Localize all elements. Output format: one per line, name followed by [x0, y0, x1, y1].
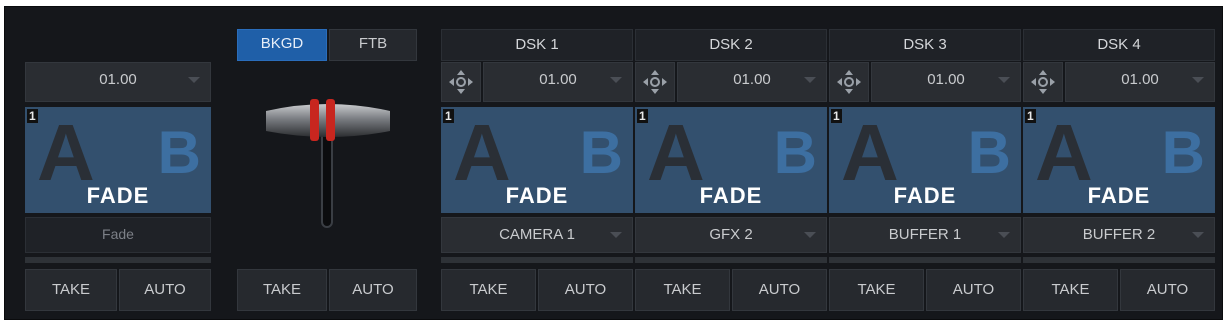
thumb-number-badge: 1 [831, 109, 842, 123]
dsk-transition-thumbnail[interactable]: A B 1 FADE [1023, 107, 1215, 213]
dsk-duration-dropdown[interactable]: 01.00 [1065, 62, 1215, 102]
tab-ftb[interactable]: FTB [329, 29, 417, 61]
move-arrows-icon [449, 70, 473, 94]
dsk-transition-thumbnail[interactable]: A B 1 FADE [441, 107, 633, 213]
tbar-fader[interactable] [238, 67, 418, 242]
dsk-take-button[interactable]: TAKE [635, 269, 730, 311]
thumb-number-badge: 1 [637, 109, 648, 123]
dsk-title: DSK 4 [1023, 29, 1215, 61]
dsk-duration-value: 01.00 [927, 71, 965, 88]
thumb-letter-a: A [647, 108, 705, 197]
dsk-transition-thumbnail[interactable]: A B 1 FADE [635, 107, 827, 213]
dsk-title: DSK 3 [829, 29, 1021, 61]
dsk-take-button[interactable]: TAKE [1023, 269, 1118, 311]
thumb-letter-b: B [157, 119, 201, 186]
chevron-down-icon [804, 232, 816, 238]
chevron-down-icon [610, 77, 622, 83]
thumb-letter-b: B [773, 119, 817, 186]
thumb-number-badge: 1 [27, 109, 38, 123]
thumb-transition-name: FADE [893, 183, 957, 208]
left-separator [25, 257, 211, 263]
dsk-duration-dropdown[interactable]: 01.00 [871, 62, 1021, 102]
dsk-duration-dropdown[interactable]: 01.00 [483, 62, 633, 102]
dsk-auto-button[interactable]: AUTO [1120, 269, 1215, 311]
dsk-title: DSK 1 [441, 29, 633, 61]
thumb-letter-b: B [1161, 119, 1205, 186]
dsk-separator [829, 257, 1021, 263]
left-transition-label: Fade [25, 217, 211, 253]
thumb-letter-a: A [37, 108, 95, 197]
chevron-down-icon [188, 77, 200, 83]
dsk-separator [441, 257, 633, 263]
chevron-down-icon [610, 232, 622, 238]
dsk-transition-thumbnail[interactable]: A B 1 FADE [829, 107, 1021, 213]
left-duration-value: 01.00 [99, 71, 137, 88]
dsk-title: DSK 2 [635, 29, 827, 61]
dsk-position-button[interactable] [829, 62, 869, 102]
dsk-take-button[interactable]: TAKE [441, 269, 536, 311]
dsk-source-value: GFX 2 [709, 226, 753, 243]
thumb-transition-name: FADE [505, 183, 569, 208]
left-transition-thumbnail[interactable]: A B 1 FADE [25, 107, 211, 213]
chevron-down-icon [998, 232, 1010, 238]
dsk-auto-button[interactable]: AUTO [926, 269, 1021, 311]
tab-bkgd[interactable]: BKGD [237, 29, 327, 61]
chevron-down-icon [998, 77, 1010, 83]
thumb-letter-a: A [1035, 108, 1093, 197]
dsk-source-dropdown[interactable]: CAMERA 1 [441, 217, 633, 253]
dsk-separator [635, 257, 827, 263]
dsk-source-dropdown[interactable]: BUFFER 2 [1023, 217, 1215, 253]
dsk-position-button[interactable] [441, 62, 481, 102]
chevron-down-icon [1192, 232, 1204, 238]
dsk-source-value: BUFFER 2 [1082, 226, 1156, 243]
move-arrows-icon [643, 70, 667, 94]
dsk-duration-value: 01.00 [539, 71, 577, 88]
dsk-position-button[interactable] [635, 62, 675, 102]
thumb-letter-b: B [967, 119, 1011, 186]
dsk-take-button[interactable]: TAKE [829, 269, 924, 311]
left-duration-dropdown[interactable]: 01.00 [25, 62, 211, 102]
dsk-duration-dropdown[interactable]: 01.00 [677, 62, 827, 102]
dsk-auto-button[interactable]: AUTO [732, 269, 827, 311]
dsk-source-dropdown[interactable]: BUFFER 1 [829, 217, 1021, 253]
transition-panel: 01.00 A B 1 FADE Fade TAKE AUTO BKGD FTB [4, 6, 1223, 320]
thumb-letter-a: A [841, 108, 899, 197]
move-arrows-icon [837, 70, 861, 94]
thumb-letter-a: A [453, 108, 511, 197]
dsk-duration-value: 01.00 [1121, 71, 1159, 88]
chevron-down-icon [1192, 77, 1204, 83]
move-arrows-icon [1031, 70, 1055, 94]
thumb-letter-b: B [579, 119, 623, 186]
dsk-separator [1023, 257, 1215, 263]
dsk-source-value: BUFFER 1 [888, 226, 962, 243]
tbar-graphic[interactable] [238, 67, 418, 242]
thumb-transition-name: FADE [699, 183, 763, 208]
left-auto-button[interactable]: AUTO [119, 269, 211, 311]
left-take-button[interactable]: TAKE [25, 269, 117, 311]
master-take-button[interactable]: TAKE [237, 269, 327, 311]
dsk-position-button[interactable] [1023, 62, 1063, 102]
dsk-source-value: CAMERA 1 [499, 226, 575, 243]
dsk-duration-value: 01.00 [733, 71, 771, 88]
thumb-number-badge: 1 [1025, 109, 1036, 123]
chevron-down-icon [804, 77, 816, 83]
dsk-source-dropdown[interactable]: GFX 2 [635, 217, 827, 253]
dsk-auto-button[interactable]: AUTO [538, 269, 633, 311]
master-auto-button[interactable]: AUTO [329, 269, 417, 311]
thumb-transition-name: FADE [1087, 183, 1151, 208]
thumb-transition-name: FADE [86, 183, 150, 208]
thumb-number-badge: 1 [443, 109, 454, 123]
